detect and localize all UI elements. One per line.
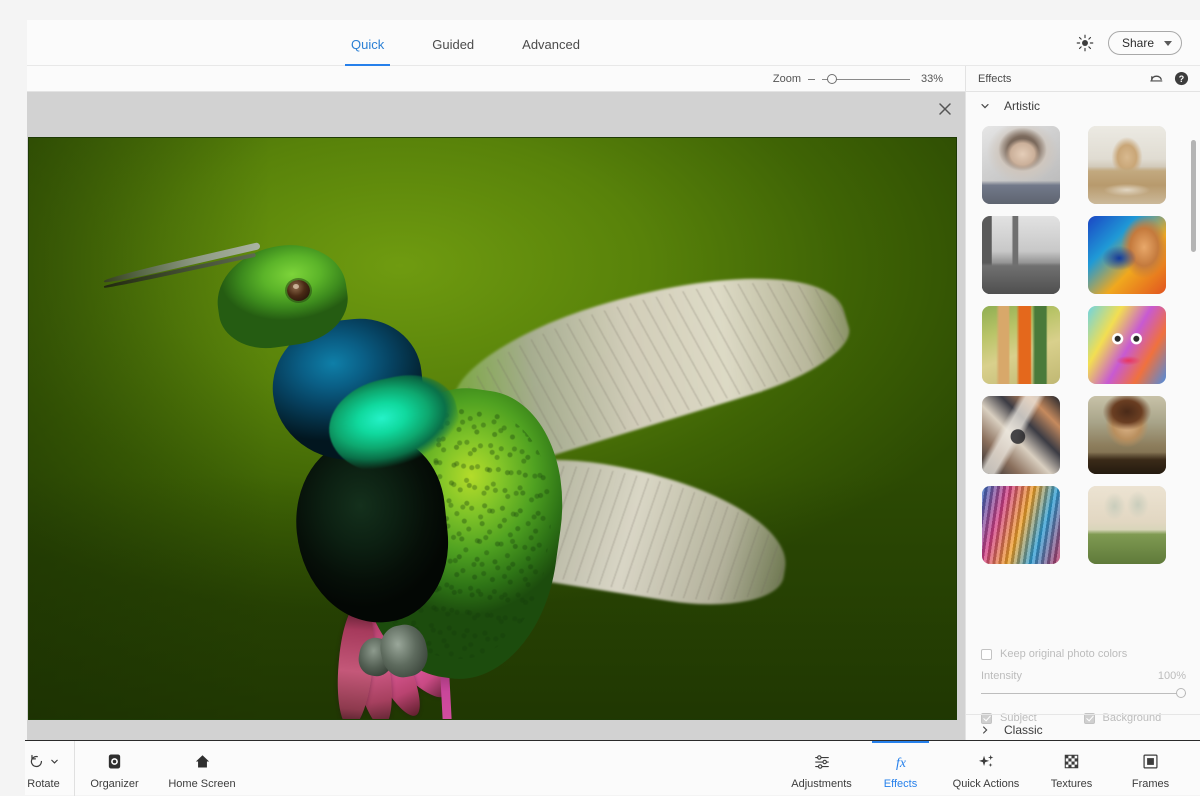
home-screen-button[interactable]: Home Screen [154, 741, 250, 796]
organizer-icon [106, 752, 123, 772]
frame-icon [1142, 752, 1159, 772]
effect-thumbnail-portrait-sketch[interactable] [982, 126, 1060, 204]
keep-original-colors-label: Keep original photo colors [1000, 648, 1128, 660]
minus-icon[interactable] [808, 78, 815, 80]
tab-quick-label: Quick [351, 37, 385, 52]
effect-thumbnail-mona-lisa[interactable] [1087, 396, 1166, 474]
intensity-slider-thumb[interactable] [1176, 688, 1186, 698]
effects-thumbnail-grid [966, 120, 1200, 564]
top-bar: Quick Guided Advanced Share [27, 20, 1200, 66]
effects-scroll-region[interactable]: Artistic [966, 92, 1200, 634]
effects-panel-title: Effects [978, 72, 1012, 85]
effects-panel-scrollbar[interactable] [1191, 140, 1196, 252]
photo-canvas-image[interactable] [28, 137, 957, 720]
hummingbird-eye [287, 280, 310, 301]
svg-text:?: ? [1179, 74, 1184, 84]
effect-thumbnail-gauguin-tahiti[interactable] [982, 306, 1060, 384]
effect-thumbnail-picasso-face[interactable] [1087, 306, 1166, 384]
intensity-value: 100% [1157, 670, 1186, 682]
chevron-down-icon[interactable] [50, 757, 59, 766]
effects-panel-header: Effects ? [966, 66, 1200, 92]
help-icon[interactable]: ? [1174, 71, 1189, 86]
zoom-slider-thumb[interactable] [827, 74, 837, 84]
section-artistic-label: Artistic [1004, 99, 1040, 113]
intensity-slider-track [981, 692, 1186, 694]
tab-guided[interactable]: Guided [408, 20, 498, 66]
rotate-button[interactable]: Rotate [13, 741, 75, 796]
effect-thumbnail-van-gogh-sketch[interactable] [1087, 486, 1166, 564]
effect-thumbnail-portrait-pop-art[interactable] [1087, 216, 1166, 294]
bottom-toolbar-right: Adjustments fx Effects Quick Actions Tex… [782, 741, 1190, 796]
zoom-percent-value: 33% [920, 73, 943, 85]
tab-advanced[interactable]: Advanced [498, 20, 604, 66]
svg-text:fx: fx [896, 755, 906, 770]
home-screen-label: Home Screen [168, 777, 236, 790]
fx-icon: fx [890, 752, 912, 772]
chevron-right-icon [978, 725, 992, 735]
sun-icon[interactable] [1076, 34, 1094, 52]
effect-thumbnail-taj-mahal-watercolor[interactable] [1087, 126, 1166, 204]
zoom-slider[interactable] [822, 73, 910, 85]
application-window: Quick Guided Advanced Share Zoom 33% Eff… [25, 20, 1200, 796]
frames-button[interactable]: Frames [1111, 741, 1190, 796]
quick-actions-button[interactable]: Quick Actions [940, 741, 1032, 796]
section-artistic[interactable]: Artistic [966, 92, 1200, 120]
top-bar-right-controls: Share [1076, 20, 1182, 66]
effect-thumbnail-bridge-monochrome[interactable] [982, 216, 1060, 294]
close-icon[interactable] [936, 100, 954, 118]
textures-label: Textures [1050, 777, 1093, 790]
frames-label: Frames [1131, 777, 1170, 790]
effect-thumbnail-cubist-abstract[interactable] [982, 396, 1060, 474]
tab-guided-label: Guided [432, 37, 475, 52]
mode-tab-bar: Quick Guided Advanced [327, 20, 604, 66]
effects-panel: Effects ? Artistic Keep original photo c… [965, 66, 1200, 767]
adjustments-button[interactable]: Adjustments [782, 741, 861, 796]
effects-button[interactable]: fx Effects [861, 741, 940, 796]
quick-actions-label: Quick Actions [952, 777, 1020, 790]
keep-original-colors-row[interactable]: Keep original photo colors [981, 648, 1186, 660]
home-icon [194, 752, 211, 772]
rotate-label: Rotate [27, 777, 60, 790]
section-classic-label: Classic [1004, 722, 1043, 737]
intensity-slider[interactable] [981, 687, 1186, 699]
hummingbird-eye-glint [293, 284, 299, 289]
bottom-toolbar: Rotate Organizer Home Screen Adjustments… [25, 740, 1200, 796]
effects-label: Effects [883, 777, 918, 790]
chevron-down-icon [1164, 40, 1172, 46]
effect-thumbnail-impasto-portrait[interactable] [982, 486, 1060, 564]
keep-original-colors-checkbox[interactable] [981, 648, 992, 660]
zoom-control-group: Zoom 33% [773, 66, 943, 92]
bottom-toolbar-left: Rotate Organizer Home Screen [25, 741, 250, 796]
tab-quick[interactable]: Quick [327, 20, 408, 66]
canvas-area [27, 92, 965, 740]
chevron-down-icon [978, 101, 992, 111]
adjustments-label: Adjustments [791, 777, 852, 790]
checker-icon [1063, 752, 1080, 772]
sparkle-icon [977, 752, 996, 772]
sliders-icon [813, 752, 831, 772]
reset-icon[interactable] [1149, 71, 1164, 86]
intensity-label: Intensity [981, 670, 1022, 682]
organizer-button[interactable]: Organizer [75, 741, 154, 796]
rotate-icon [30, 754, 43, 768]
zoom-bar: Zoom 33% [27, 66, 965, 92]
zoom-label: Zoom [772, 73, 801, 85]
share-button[interactable]: Share [1107, 31, 1182, 55]
intensity-row: Intensity 100% [981, 670, 1186, 682]
organizer-label: Organizer [90, 777, 139, 790]
tab-advanced-label: Advanced [522, 37, 580, 52]
textures-button[interactable]: Textures [1032, 741, 1111, 796]
share-button-label: Share [1121, 36, 1154, 50]
